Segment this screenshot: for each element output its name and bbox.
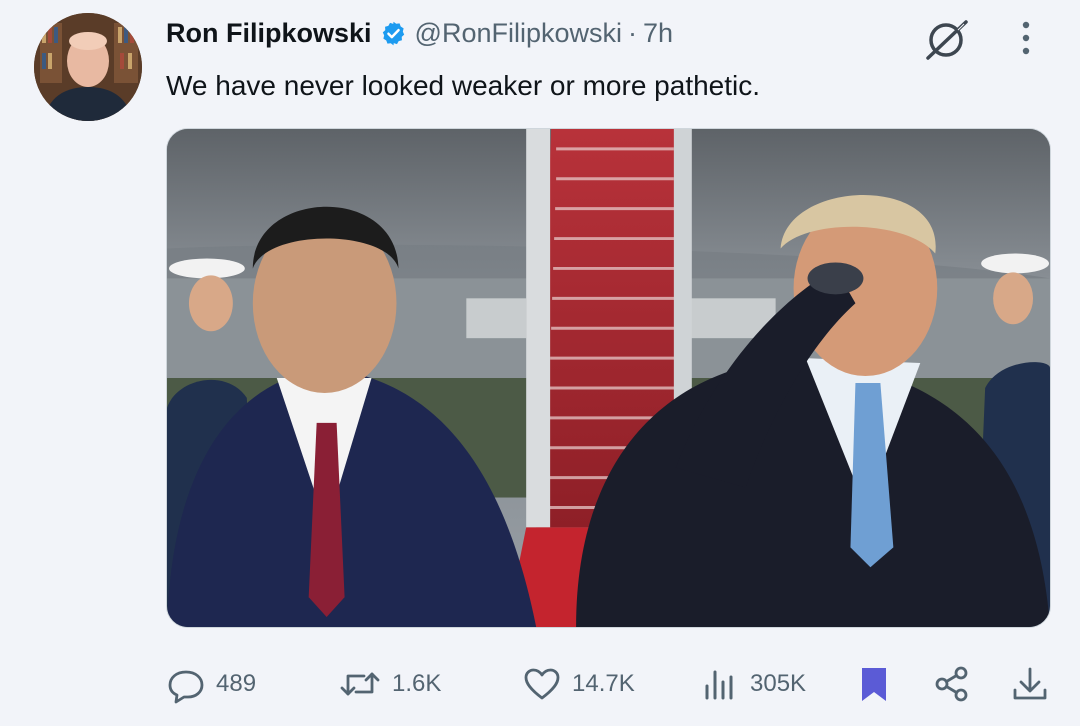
tweet-text: We have never looked weaker or more path… xyxy=(166,70,761,101)
post-time[interactable]: 7h xyxy=(643,18,673,49)
bookmark-icon xyxy=(862,668,886,701)
author-name[interactable]: Ron Filipkowski xyxy=(166,18,372,49)
share-button[interactable] xyxy=(932,664,972,704)
separator-dot: · xyxy=(628,17,637,48)
tweet: Ron Filipkowski @RonFilipkowski · 7h We … xyxy=(0,0,1080,726)
action-bar: 489 1.6K 14.7K 305K xyxy=(0,650,1080,720)
repost-count: 1.6K xyxy=(392,670,442,697)
share-icon xyxy=(935,666,968,702)
reply-icon xyxy=(168,670,204,704)
reply-button[interactable]: 489 xyxy=(166,664,256,704)
verified-badge-icon xyxy=(380,20,407,47)
like-button[interactable]: 14.7K xyxy=(522,664,635,704)
grok-icon[interactable] xyxy=(920,18,972,62)
views-button[interactable]: 305K xyxy=(700,664,806,704)
heart-icon xyxy=(524,668,560,700)
reply-count: 489 xyxy=(216,670,257,697)
media-video[interactable] xyxy=(166,128,1051,628)
avatar[interactable] xyxy=(34,13,142,121)
more-vertical-icon[interactable] xyxy=(1012,18,1040,58)
views-icon xyxy=(705,670,733,700)
download-icon xyxy=(1013,667,1047,700)
repost-icon xyxy=(340,672,380,696)
bookmark-button[interactable] xyxy=(854,664,894,704)
download-button[interactable] xyxy=(1010,664,1050,704)
tweet-header: Ron Filipkowski @RonFilipkowski · 7h xyxy=(166,14,673,52)
like-count: 14.7K xyxy=(572,670,635,697)
author-handle[interactable]: @RonFilipkowski xyxy=(415,18,622,49)
view-count: 305K xyxy=(750,670,807,697)
repost-button[interactable]: 1.6K xyxy=(338,664,441,704)
